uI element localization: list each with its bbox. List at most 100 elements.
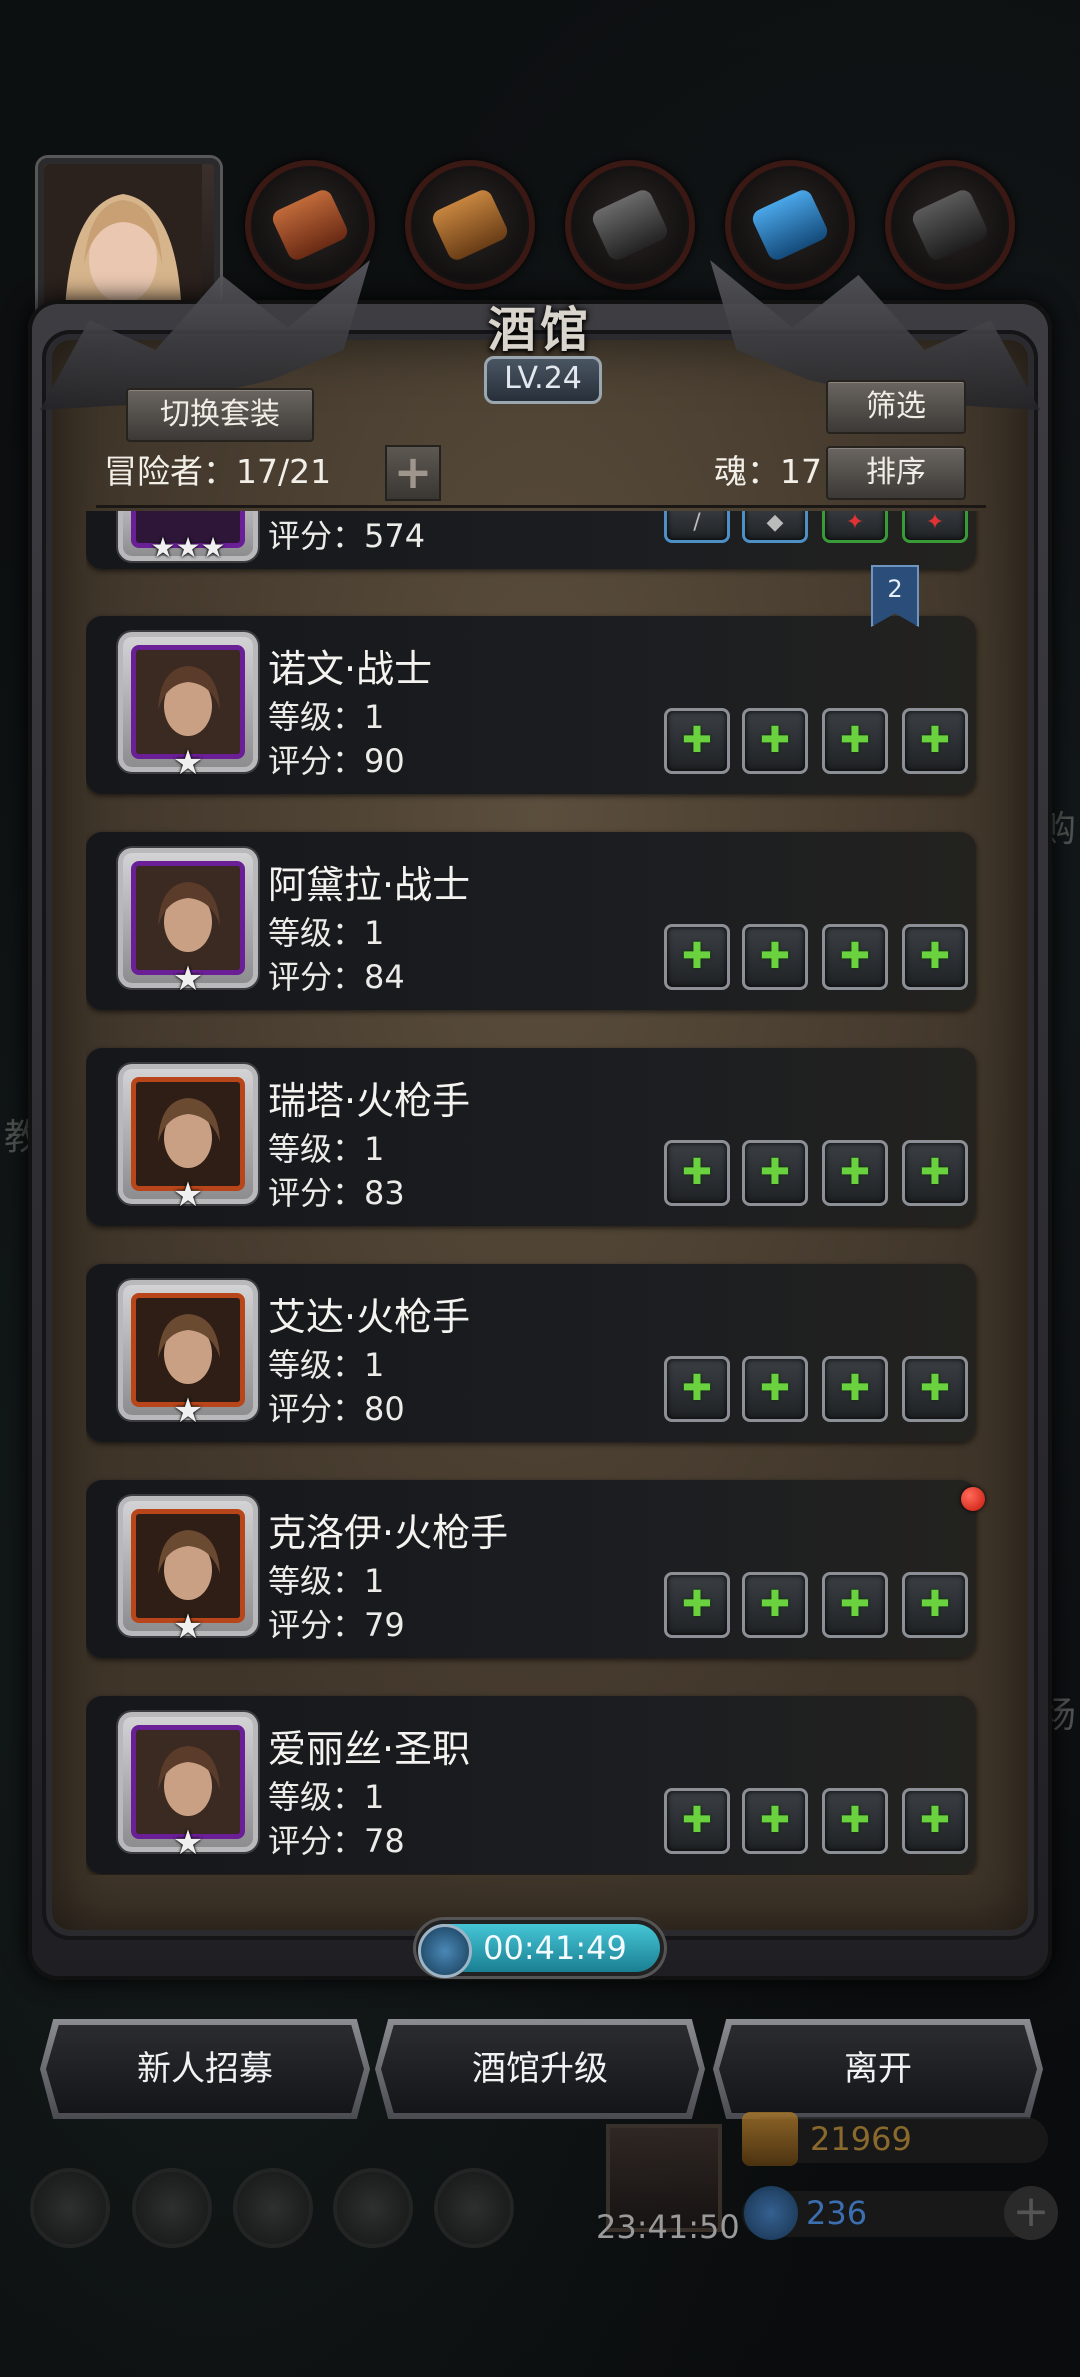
armor-icon: ◆ bbox=[766, 511, 784, 535]
equip-weapon-slot[interactable]: ✚ bbox=[664, 1572, 730, 1638]
hero-level: 等级：1 bbox=[268, 1346, 385, 1384]
equip-amulet-slot[interactable]: ✦ bbox=[902, 511, 968, 543]
helmet-icon bbox=[269, 187, 351, 263]
hero-face bbox=[136, 1298, 240, 1402]
equip-slot-helmet[interactable] bbox=[245, 160, 375, 290]
hero-card[interactable]: ★ 爱丽丝·圣职 等级：1 评分：78 ✚ ✚ ✚ ✚ bbox=[86, 1696, 976, 1874]
equip-armor-slot[interactable]: ✚ bbox=[742, 1140, 808, 1206]
hero-card[interactable]: ★ 克洛伊·火枪手 等级：1 评分：79 ✚ ✚ ✚ ✚ bbox=[86, 1480, 976, 1658]
equip-ring-slot[interactable]: ✚ bbox=[822, 1788, 888, 1854]
gem-amount: 236 bbox=[806, 2194, 868, 2232]
achievement-icon[interactable] bbox=[132, 2168, 212, 2248]
add-weapon-icon: ✚ bbox=[681, 1152, 713, 1193]
add-armor-icon: ✚ bbox=[759, 1152, 791, 1193]
weapon-icon: / bbox=[693, 511, 701, 535]
equip-amulet-slot[interactable]: ✚ bbox=[902, 1572, 968, 1638]
boots-icon bbox=[749, 187, 831, 263]
leave-button[interactable]: 离开 bbox=[719, 2025, 1037, 2113]
hero-card[interactable]: ★ 艾达·火枪手 等级：1 评分：80 ✚ ✚ ✚ ✚ bbox=[86, 1264, 976, 1442]
equip-ring-slot[interactable]: ✚ bbox=[822, 1572, 888, 1638]
equip-weapon-slot[interactable]: ✚ bbox=[664, 708, 730, 774]
equip-amulet-slot[interactable]: ✚ bbox=[902, 708, 968, 774]
gold-coin-icon bbox=[742, 2112, 798, 2166]
equip-ring-slot[interactable]: ✚ bbox=[822, 708, 888, 774]
timer-text: 00:41:49 bbox=[483, 1929, 627, 1967]
add-ring-icon: ✚ bbox=[839, 936, 871, 977]
equip-ring-slot[interactable]: ✚ bbox=[822, 1356, 888, 1422]
ring-icon: ✦ bbox=[845, 511, 865, 535]
add-armor-icon: ✚ bbox=[759, 1800, 791, 1841]
hero-card[interactable]: ★ 阿黛拉·战士 等级：1 评分：84 ✚ ✚ ✚ ✚ bbox=[86, 832, 976, 1010]
equip-slot-armor[interactable] bbox=[405, 160, 535, 290]
hero-list[interactable]: ★★★ 评分：574 / ◆ ✦ ✦ ★ 诺文·战士 等级：1 评分：90 ✚ bbox=[86, 511, 994, 1875]
add-amulet-icon: ✚ bbox=[919, 720, 951, 761]
add-weapon-icon: ✚ bbox=[681, 720, 713, 761]
equip-armor-slot[interactable]: ✚ bbox=[742, 1788, 808, 1854]
add-gems-button[interactable]: + bbox=[1004, 2186, 1058, 2240]
star-rating: ★ bbox=[172, 1607, 204, 1647]
add-amulet-icon: ✚ bbox=[919, 1152, 951, 1193]
add-weapon-icon: ✚ bbox=[681, 1584, 713, 1625]
header-divider bbox=[96, 505, 986, 508]
add-adventurer-slot-button[interactable]: + bbox=[385, 445, 441, 501]
mail-icon[interactable] bbox=[333, 2168, 413, 2248]
filter-button[interactable]: 筛选 bbox=[826, 380, 966, 434]
star-rating: ★ bbox=[172, 1391, 204, 1431]
add-ring-icon: ✚ bbox=[839, 1800, 871, 1841]
hero-avatar: ★ bbox=[118, 1496, 258, 1647]
add-weapon-icon: ✚ bbox=[681, 1800, 713, 1841]
hero-card-partial[interactable]: ★★★ 评分：574 / ◆ ✦ ✦ bbox=[86, 511, 976, 569]
hero-score: 评分：574 bbox=[268, 517, 426, 555]
equip-armor-slot[interactable]: ✚ bbox=[742, 1356, 808, 1422]
sort-button[interactable]: 排序 bbox=[826, 446, 966, 500]
shop-icon[interactable] bbox=[434, 2168, 514, 2248]
hero-face bbox=[136, 1082, 240, 1186]
hero-level: 等级：1 bbox=[268, 1778, 385, 1816]
hero-score: 评分：84 bbox=[268, 958, 405, 996]
equip-weapon-slot[interactable]: ✚ bbox=[664, 1788, 730, 1854]
equip-weapon-slot[interactable]: ✚ bbox=[664, 1140, 730, 1206]
tavern-level-badge: LV.24 bbox=[484, 356, 602, 404]
equip-weapon-slot[interactable]: ✚ bbox=[664, 924, 730, 990]
equip-amulet-slot[interactable]: ✚ bbox=[902, 1788, 968, 1854]
gift-timer: 23:41:50 bbox=[596, 2208, 740, 2246]
add-amulet-icon: ✚ bbox=[919, 1368, 951, 1409]
equip-amulet-slot[interactable]: ✚ bbox=[902, 1356, 968, 1422]
equip-amulet-slot[interactable]: ✚ bbox=[902, 1140, 968, 1206]
hero-name: 阿黛拉·战士 bbox=[268, 863, 471, 907]
equip-slot-gloves[interactable] bbox=[565, 160, 695, 290]
recruit-button[interactable]: 新人招募 bbox=[46, 2025, 364, 2113]
clock-icon bbox=[418, 1924, 472, 1978]
equip-weapon-slot[interactable]: / bbox=[664, 511, 730, 543]
equip-armor-slot[interactable]: ✚ bbox=[742, 924, 808, 990]
hero-card[interactable]: ★ 诺文·战士 等级：1 评分：90 ✚ ✚ ✚ ✚ bbox=[86, 616, 976, 794]
equip-slot-boots[interactable] bbox=[725, 160, 855, 290]
switch-outfit-button[interactable]: 切换套装 bbox=[126, 388, 314, 442]
tavern-upgrade-button[interactable]: 酒馆升级 bbox=[381, 2025, 699, 2113]
gold-amount: 21969 bbox=[810, 2120, 912, 2158]
star-rating: ★★★ bbox=[150, 531, 226, 564]
equip-ring-slot[interactable]: ✦ bbox=[822, 511, 888, 543]
star-rating: ★ bbox=[172, 743, 204, 783]
equip-slot-accessory[interactable] bbox=[885, 160, 1015, 290]
hero-face bbox=[136, 650, 240, 754]
equip-weapon-slot[interactable]: ✚ bbox=[664, 1356, 730, 1422]
hero-score: 评分：90 bbox=[268, 742, 405, 780]
guild-icon[interactable] bbox=[233, 2168, 313, 2248]
add-armor-icon: ✚ bbox=[759, 720, 791, 761]
add-armor-icon: ✚ bbox=[759, 1584, 791, 1625]
hero-name: 克洛伊·火枪手 bbox=[268, 1511, 509, 1555]
equip-armor-slot[interactable]: ◆ bbox=[742, 511, 808, 543]
hero-avatar: ★ bbox=[118, 848, 258, 999]
equip-ring-slot[interactable]: ✚ bbox=[822, 924, 888, 990]
settings-icon[interactable] bbox=[30, 2168, 110, 2248]
equip-amulet-slot[interactable]: ✚ bbox=[902, 924, 968, 990]
hero-score: 评分：80 bbox=[268, 1390, 405, 1428]
equip-ring-slot[interactable]: ✚ bbox=[822, 1140, 888, 1206]
hero-name: 诺文·战士 bbox=[268, 647, 433, 691]
equip-armor-slot[interactable]: ✚ bbox=[742, 708, 808, 774]
hero-card[interactable]: ★ 瑞塔·火枪手 等级：1 评分：83 ✚ ✚ ✚ ✚ bbox=[86, 1048, 976, 1226]
accessory-icon bbox=[909, 187, 991, 263]
add-weapon-icon: ✚ bbox=[681, 936, 713, 977]
equip-armor-slot[interactable]: ✚ bbox=[742, 1572, 808, 1638]
